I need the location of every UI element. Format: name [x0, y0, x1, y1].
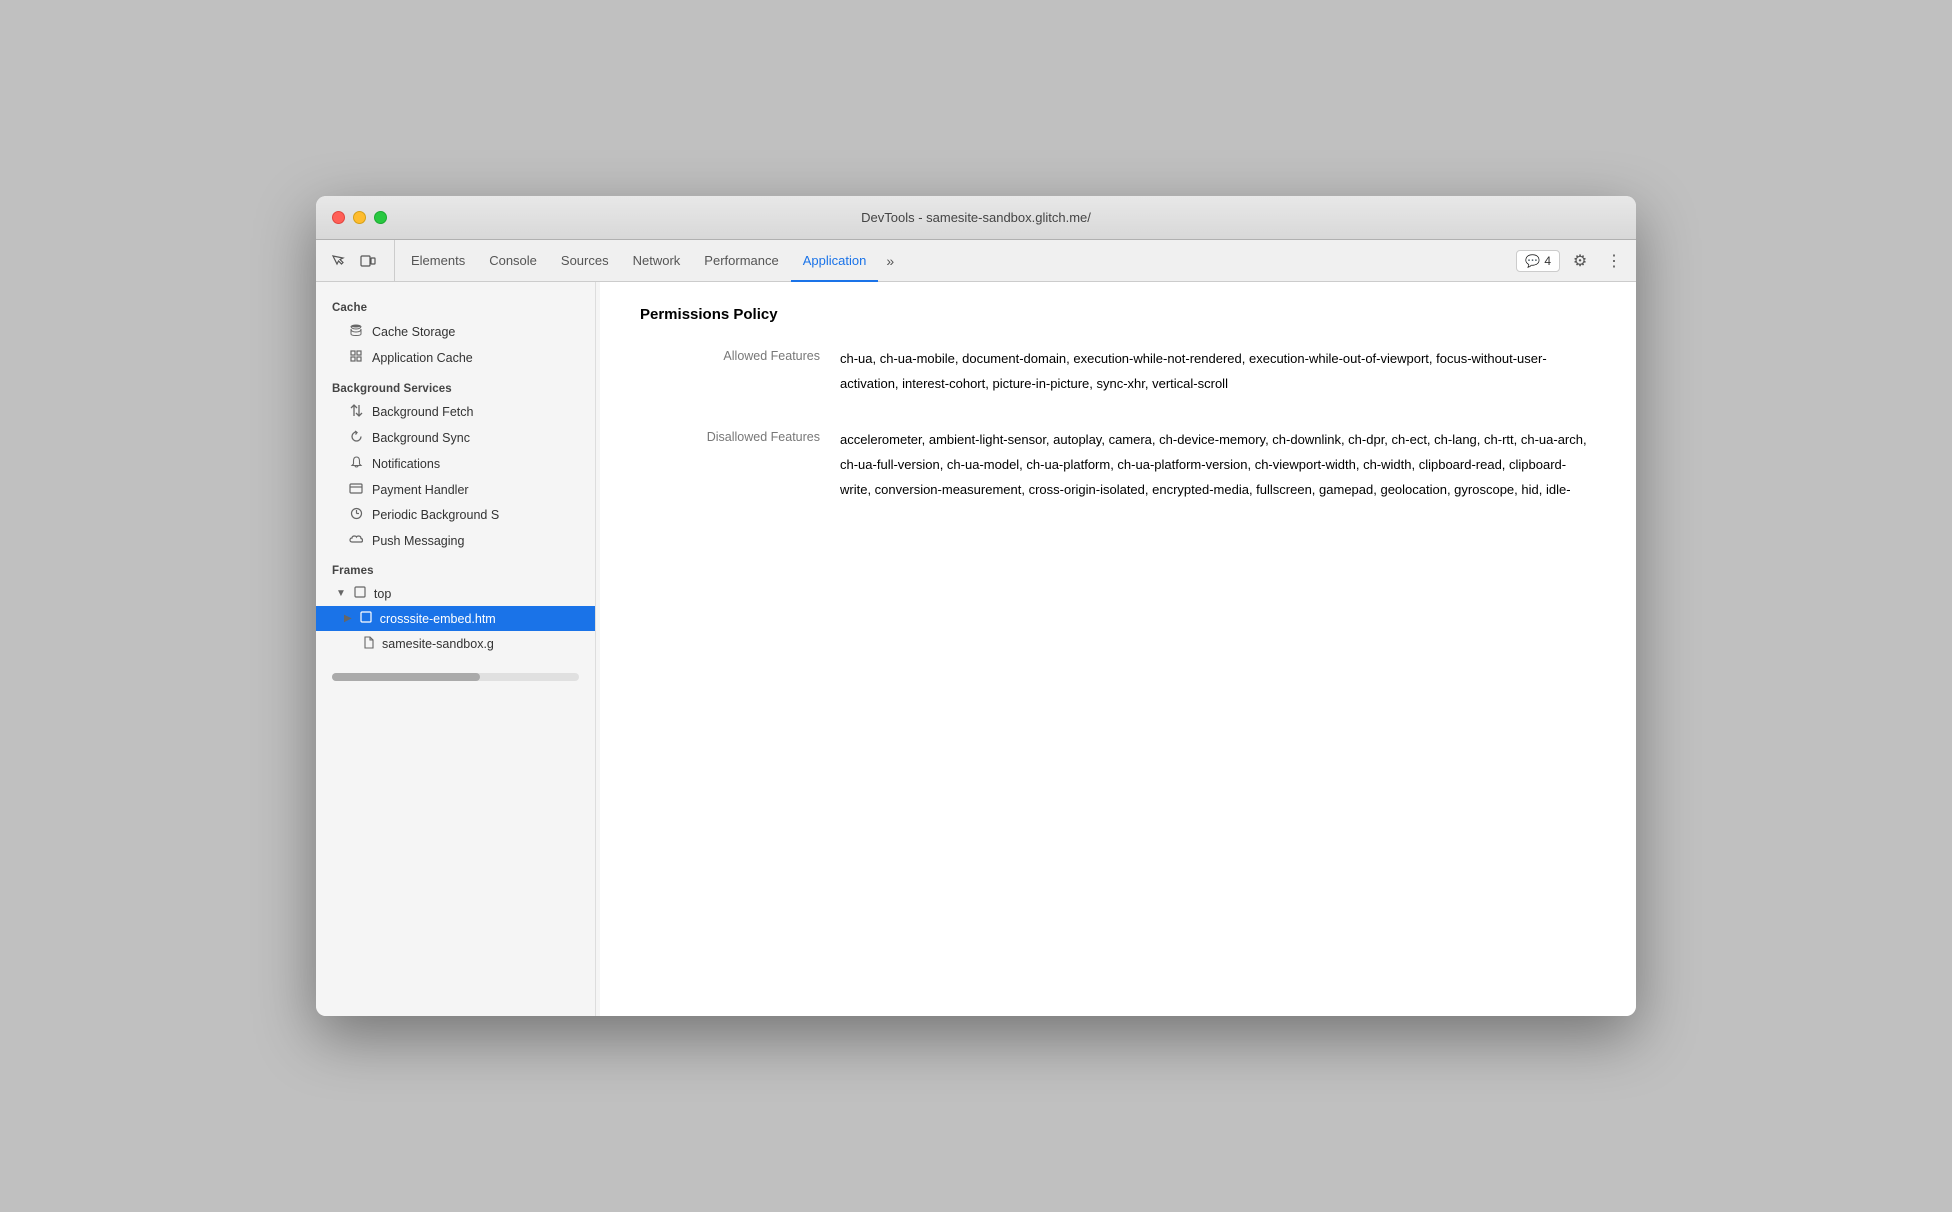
tab-sources[interactable]: Sources: [549, 241, 621, 282]
cloud-icon: [348, 533, 364, 548]
sidebar-item-cache-storage[interactable]: Cache Storage: [316, 318, 595, 345]
frame-item-crosssite[interactable]: ▶ crosssite-embed.htm: [316, 606, 595, 631]
right-panel: Permissions Policy Allowed Features ch-u…: [600, 282, 1636, 1016]
bell-icon: [348, 456, 364, 472]
sidebar-item-background-fetch[interactable]: Background Fetch: [316, 399, 595, 425]
arrow-updown-icon: [348, 404, 364, 420]
background-fetch-label: Background Fetch: [372, 405, 473, 419]
sidebar-item-periodic-background[interactable]: Periodic Background S: [316, 502, 595, 528]
tab-performance[interactable]: Performance: [692, 241, 790, 282]
chevron-down-icon: ▼: [336, 588, 346, 599]
allowed-features-row: Allowed Features ch-ua, ch-ua-mobile, do…: [640, 347, 1596, 396]
database-icon: [348, 323, 364, 340]
issues-icon: 💬: [1525, 254, 1540, 268]
push-messaging-label: Push Messaging: [372, 534, 464, 548]
grid-icon: [348, 350, 364, 366]
toolbar-icon-group: [324, 240, 395, 281]
device-icon[interactable]: [354, 247, 382, 275]
sidebar-item-notifications[interactable]: Notifications: [316, 451, 595, 477]
tab-list: Elements Console Sources Network Perform…: [399, 240, 1508, 281]
allowed-features-value: ch-ua, ch-ua-mobile, document-domain, ex…: [840, 347, 1596, 396]
frames-section-label: Frames: [316, 553, 595, 581]
allowed-features-label: Allowed Features: [640, 347, 820, 396]
toolbar-right: 💬 4 ⚙ ⋮: [1508, 240, 1628, 281]
tab-console[interactable]: Console: [477, 241, 549, 282]
sync-icon: [348, 430, 364, 446]
tab-application[interactable]: Application: [791, 241, 879, 282]
tab-elements[interactable]: Elements: [399, 241, 477, 282]
more-tabs-button[interactable]: »: [878, 240, 902, 281]
disallowed-features-value: accelerometer, ambient-light-sensor, aut…: [840, 428, 1596, 502]
title-bar: DevTools - samesite-sandbox.glitch.me/: [316, 196, 1636, 240]
frame-item-samesite[interactable]: samesite-sandbox.g: [316, 631, 595, 657]
window-title: DevTools - samesite-sandbox.glitch.me/: [861, 210, 1091, 225]
background-services-label: Background Services: [316, 371, 595, 399]
sidebar-item-background-sync[interactable]: Background Sync: [316, 425, 595, 451]
periodic-background-label: Periodic Background S: [372, 508, 499, 522]
minimize-button[interactable]: [353, 211, 366, 224]
maximize-button[interactable]: [374, 211, 387, 224]
devtools-window: DevTools - samesite-sandbox.glitch.me/ E…: [316, 196, 1636, 1016]
frame-page-icon: [358, 611, 374, 626]
frame-top[interactable]: ▼ top: [316, 581, 595, 606]
tab-network[interactable]: Network: [621, 241, 693, 282]
crosssite-label: crosssite-embed.htm: [380, 612, 496, 626]
sidebar-item-payment-handler[interactable]: Payment Handler: [316, 477, 595, 502]
payment-handler-label: Payment Handler: [372, 483, 469, 497]
sidebar-scrollbar[interactable]: [332, 673, 579, 681]
file-icon: [360, 636, 376, 652]
notifications-label: Notifications: [372, 457, 440, 471]
background-sync-label: Background Sync: [372, 431, 470, 445]
cache-section-label: Cache: [316, 290, 595, 318]
disallowed-features-row: Disallowed Features accelerometer, ambie…: [640, 428, 1596, 502]
sidebar-item-application-cache[interactable]: Application Cache: [316, 345, 595, 371]
application-cache-label: Application Cache: [372, 351, 473, 365]
chevron-right-icon: ▶: [344, 613, 352, 624]
frame-top-label: top: [374, 587, 391, 601]
clock-icon: [348, 507, 364, 523]
disallowed-features-label: Disallowed Features: [640, 428, 820, 502]
card-icon: [348, 482, 364, 497]
traffic-lights: [332, 211, 387, 224]
issues-badge[interactable]: 💬 4: [1516, 250, 1560, 272]
cache-storage-label: Cache Storage: [372, 325, 455, 339]
close-button[interactable]: [332, 211, 345, 224]
sidebar: Cache Cache Storage: [316, 282, 596, 1016]
samesite-label: samesite-sandbox.g: [382, 637, 494, 651]
sidebar-item-push-messaging[interactable]: Push Messaging: [316, 528, 595, 553]
sidebar-scrollbar-thumb: [332, 673, 480, 681]
panel-title: Permissions Policy: [640, 306, 1596, 323]
frame-icon: [352, 586, 368, 601]
settings-icon[interactable]: ⚙: [1566, 247, 1594, 275]
more-options-icon[interactable]: ⋮: [1600, 247, 1628, 275]
main-content: Cache Cache Storage: [316, 282, 1636, 1016]
inspect-icon[interactable]: [324, 247, 352, 275]
toolbar: Elements Console Sources Network Perform…: [316, 240, 1636, 282]
